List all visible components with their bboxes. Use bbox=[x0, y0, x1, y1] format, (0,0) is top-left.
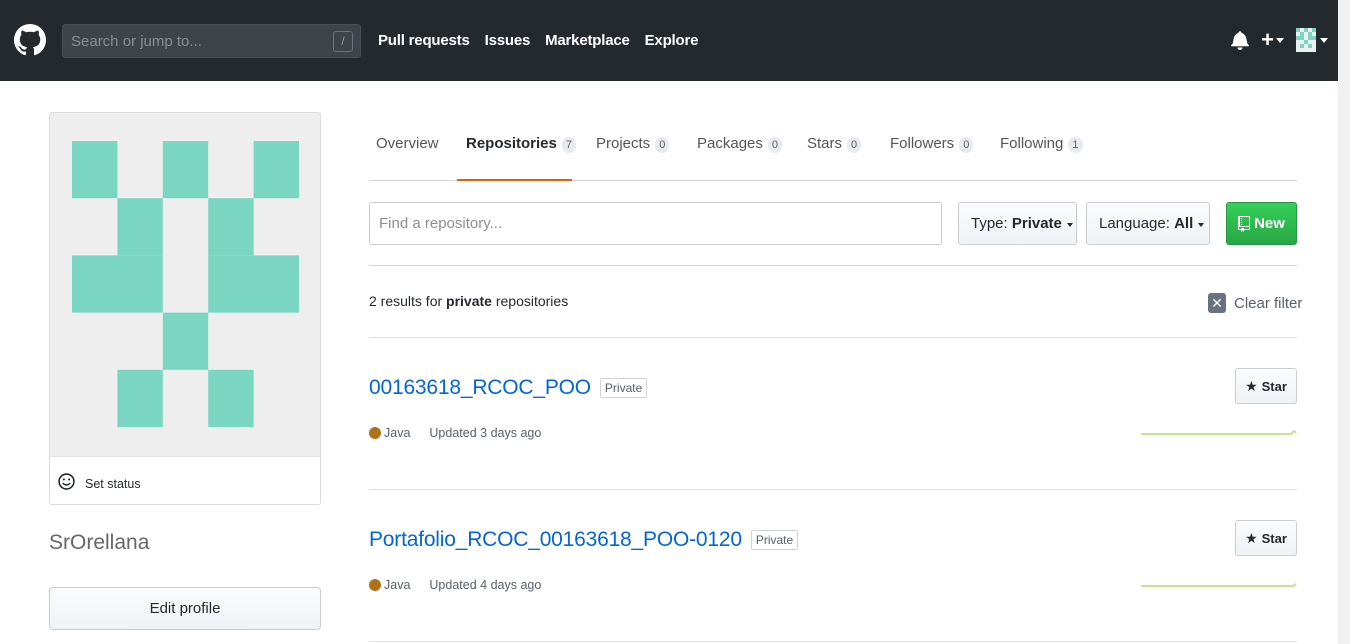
top-header: / Pull requests Issues Marketplace Explo… bbox=[0, 0, 1338, 81]
edit-profile-button[interactable]: Edit profile bbox=[49, 587, 321, 630]
identicon-image bbox=[72, 141, 299, 427]
tab-count: 7 bbox=[561, 137, 576, 153]
repo-title-row: Portafolio_RCOC_00163618_POO-0120 Privat… bbox=[369, 528, 799, 552]
profile-avatar[interactable]: Set status bbox=[49, 112, 321, 505]
global-search-input[interactable] bbox=[63, 25, 323, 57]
profile-tabs: Overview Repositories 7 Projects 0 Packa… bbox=[369, 112, 1297, 181]
global-search[interactable]: / bbox=[62, 24, 361, 58]
nav-pull-requests[interactable]: Pull requests bbox=[378, 32, 470, 49]
results-tail: repositories bbox=[491, 293, 569, 309]
type-filter-dropdown[interactable]: Type: Private bbox=[958, 202, 1077, 245]
nav-explore[interactable]: Explore bbox=[645, 32, 699, 49]
github-logo-icon[interactable] bbox=[14, 24, 46, 56]
type-filter-value: Private bbox=[1011, 215, 1062, 232]
repo-list-item: 00163618_RCOC_POO Private Java Updated 3… bbox=[369, 338, 1297, 490]
set-status-button[interactable]: Set status bbox=[50, 456, 320, 504]
clear-filter-label: Clear filter bbox=[1234, 294, 1303, 312]
tab-label: Following bbox=[1000, 135, 1064, 152]
repo-title-row: 00163618_RCOC_POO Private bbox=[369, 376, 648, 400]
bell-icon[interactable] bbox=[1231, 30, 1249, 50]
smiley-icon bbox=[58, 473, 75, 490]
new-repository-button[interactable]: New bbox=[1226, 202, 1297, 245]
results-summary: 2 results for private repositories bbox=[369, 293, 568, 309]
repo-updated: Updated 3 days ago bbox=[429, 426, 542, 440]
star-button[interactable]: ★ Star bbox=[1235, 368, 1297, 404]
language-filter-value: All bbox=[1174, 215, 1194, 232]
tab-count: 0 bbox=[767, 137, 782, 153]
results-filter-term: private bbox=[446, 293, 492, 309]
close-icon: ✕ bbox=[1208, 293, 1226, 313]
repo-language: Java bbox=[384, 426, 411, 440]
tab-packages[interactable]: Packages 0 bbox=[697, 135, 782, 181]
tab-followers[interactable]: Followers 0 bbox=[890, 135, 974, 181]
repo-icon bbox=[1238, 215, 1251, 232]
star-icon: ★ bbox=[1245, 377, 1258, 394]
header-actions: + bbox=[1231, 28, 1328, 52]
repo-meta: Java Updated 4 days ago bbox=[369, 578, 541, 592]
star-icon: ★ bbox=[1245, 529, 1258, 546]
tab-count: 1 bbox=[1068, 137, 1083, 153]
find-repository-input[interactable] bbox=[369, 202, 942, 245]
new-button-label: New bbox=[1254, 215, 1285, 232]
repo-language: Java bbox=[384, 578, 411, 592]
results-count: 2 results for bbox=[369, 293, 447, 309]
private-badge: Private bbox=[599, 378, 648, 398]
tab-count: 0 bbox=[959, 137, 974, 153]
chevron-down-icon bbox=[1198, 222, 1205, 227]
divider bbox=[369, 265, 1297, 266]
scrollbar[interactable] bbox=[1338, 0, 1350, 644]
language-filter-dropdown[interactable]: Language: All bbox=[1086, 202, 1210, 245]
profile-username: SrOrellana bbox=[49, 531, 150, 554]
clear-filter-button[interactable]: ✕ Clear filter bbox=[1208, 293, 1302, 313]
nav-marketplace[interactable]: Marketplace bbox=[545, 32, 630, 49]
language-color-icon bbox=[369, 579, 381, 591]
tab-label: Projects bbox=[596, 135, 651, 152]
star-button[interactable]: ★ Star bbox=[1235, 520, 1297, 556]
repo-updated: Updated 4 days ago bbox=[429, 578, 542, 592]
tab-label: Overview bbox=[376, 135, 439, 152]
tab-label: Repositories bbox=[466, 135, 557, 152]
tab-label: Packages bbox=[697, 135, 763, 152]
tab-label: Followers bbox=[890, 135, 955, 152]
tab-overview[interactable]: Overview bbox=[376, 135, 439, 181]
set-status-label: Set status bbox=[85, 477, 141, 491]
repo-name-link[interactable]: 00163618_RCOC_POO bbox=[369, 376, 591, 400]
tab-count: 0 bbox=[847, 137, 862, 153]
create-new-icon[interactable]: + bbox=[1261, 29, 1274, 51]
user-avatar-icon[interactable] bbox=[1296, 28, 1316, 52]
search-shortcut-hint: / bbox=[333, 31, 353, 52]
activity-sparkline bbox=[1141, 429, 1297, 435]
language-filter-label: Language: bbox=[1099, 215, 1170, 232]
language-color-icon bbox=[369, 427, 381, 439]
tab-following[interactable]: Following 1 bbox=[1000, 135, 1083, 181]
activity-sparkline bbox=[1141, 583, 1297, 587]
type-filter-label: Type: bbox=[971, 215, 1008, 232]
header-nav: Pull requests Issues Marketplace Explore bbox=[378, 32, 698, 49]
tab-repositories[interactable]: Repositories 7 bbox=[457, 135, 576, 181]
nav-issues[interactable]: Issues bbox=[485, 32, 531, 49]
chevron-down-icon[interactable] bbox=[1276, 37, 1284, 43]
repo-meta: Java Updated 3 days ago bbox=[369, 426, 541, 440]
repo-list-item: Portafolio_RCOC_00163618_POO-0120 Privat… bbox=[369, 490, 1297, 642]
tab-stars[interactable]: Stars 0 bbox=[807, 135, 862, 181]
tab-label: Stars bbox=[807, 135, 843, 152]
chevron-down-icon bbox=[1066, 222, 1073, 227]
chevron-down-icon[interactable] bbox=[1320, 37, 1328, 43]
tab-count: 0 bbox=[655, 137, 670, 153]
private-badge: Private bbox=[750, 530, 799, 550]
tab-projects[interactable]: Projects 0 bbox=[596, 135, 670, 181]
star-label: Star bbox=[1261, 378, 1287, 394]
repo-name-link[interactable]: Portafolio_RCOC_00163618_POO-0120 bbox=[369, 528, 742, 552]
star-label: Star bbox=[1261, 530, 1287, 546]
